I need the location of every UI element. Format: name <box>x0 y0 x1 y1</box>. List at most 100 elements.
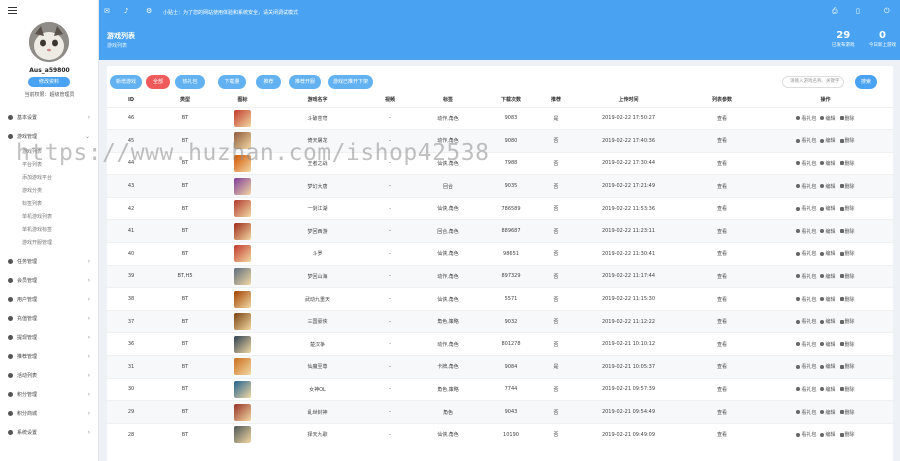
action-label: 删除 <box>844 432 855 439</box>
view-gift-button[interactable]: 看礼包 <box>796 206 816 212</box>
delete-button[interactable]: 删除 <box>839 297 855 303</box>
view-gift-button[interactable]: 看礼包 <box>796 138 816 144</box>
edit-button[interactable]: 编辑 <box>820 206 836 212</box>
game-thumbnail-icon <box>234 222 251 240</box>
filter-downloads-button[interactable]: 下载量 <box>218 75 246 89</box>
view-gift-button[interactable]: 看礼包 <box>796 410 816 416</box>
sidebar-item-withdraw[interactable]: 提现管理 › <box>8 332 94 342</box>
view-gift-button[interactable]: 看礼包 <box>796 116 816 122</box>
delete-button[interactable]: 删除 <box>839 229 855 235</box>
cell-params[interactable]: 查看 <box>686 106 758 130</box>
sub-item-tag-list[interactable]: 标签列表 <box>22 200 42 207</box>
edit-button[interactable]: 编辑 <box>820 297 836 303</box>
edit-button[interactable]: 编辑 <box>820 229 836 235</box>
sidebar-item-recharge[interactable]: 充值管理 › <box>8 313 94 323</box>
delete-button[interactable]: 删除 <box>839 410 855 416</box>
view-gift-button[interactable]: 看礼包 <box>796 274 816 280</box>
view-gift-button[interactable]: 看礼包 <box>796 229 816 235</box>
view-gift-button[interactable]: 看礼包 <box>796 297 816 303</box>
filter-recommend-button[interactable]: 推荐 <box>256 75 281 89</box>
filter-all-button[interactable]: 全部 <box>146 75 170 89</box>
system-icon <box>8 429 13 435</box>
cell-params[interactable]: 查看 <box>686 242 758 266</box>
cell-params[interactable]: 查看 <box>686 355 758 379</box>
sidebar-item-activities[interactable]: 活动列表 › <box>8 370 94 380</box>
cell-params[interactable]: 查看 <box>686 332 758 356</box>
cell-params[interactable]: 查看 <box>686 174 758 198</box>
edit-button[interactable]: 编辑 <box>820 319 836 325</box>
edit-button[interactable]: 编辑 <box>820 364 836 370</box>
cell-params[interactable]: 查看 <box>686 287 758 311</box>
sub-item-add-platform[interactable]: 添加游戏平台 <box>22 174 52 181</box>
cell-params[interactable]: 查看 <box>686 129 758 153</box>
sidebar-item-points[interactable]: 积分管理 › <box>8 389 94 399</box>
delete-button[interactable]: 删除 <box>839 116 855 122</box>
add-game-button[interactable]: 新增游戏 <box>110 75 142 89</box>
menu-toggle-icon[interactable] <box>8 7 17 14</box>
filter-hot-gift-button[interactable]: 热礼包 <box>175 75 205 89</box>
delete-button[interactable]: 删除 <box>839 364 855 370</box>
edit-button[interactable]: 编辑 <box>820 410 836 416</box>
edit-button[interactable]: 编辑 <box>820 251 836 257</box>
view-gift-button[interactable]: 看礼包 <box>796 432 816 438</box>
edit-button[interactable]: 编辑 <box>820 387 836 393</box>
sub-item-standalone-list[interactable]: 单机游戏列表 <box>22 213 52 220</box>
cell-params[interactable]: 查看 <box>686 377 758 401</box>
delete-button[interactable]: 删除 <box>839 161 855 167</box>
search-button[interactable]: 搜索 <box>855 75 877 89</box>
edit-button[interactable]: 编辑 <box>820 184 836 190</box>
sidebar-item-points-mall[interactable]: 积分商城 › <box>8 408 94 418</box>
delete-button[interactable]: 删除 <box>839 206 855 212</box>
sub-item-standalone-tags[interactable]: 单机游戏标签 <box>22 226 52 233</box>
cell-params[interactable]: 查看 <box>686 264 758 288</box>
search-input[interactable]: 请输入游戏名称、关键字 <box>782 76 844 88</box>
sidebar-item-users[interactable]: 用户管理 › <box>8 294 94 304</box>
edit-button[interactable]: 编辑 <box>820 274 836 280</box>
delete-button[interactable]: 删除 <box>839 184 855 190</box>
view-gift-button[interactable]: 看礼包 <box>796 251 816 257</box>
edit-profile-button[interactable]: 修改资料 <box>28 77 70 87</box>
cell-params[interactable]: 查看 <box>686 219 758 243</box>
edit-button[interactable]: 编辑 <box>820 342 836 348</box>
cell-downloads: 897329 <box>481 264 541 288</box>
cell-video: - <box>365 400 415 424</box>
sidebar-item-system[interactable]: 系统设置 › <box>8 427 94 437</box>
view-gift-button[interactable]: 看礼包 <box>796 319 816 325</box>
delete-button[interactable]: 删除 <box>839 432 855 439</box>
cell-params[interactable]: 查看 <box>686 151 758 175</box>
edit-button[interactable]: 编辑 <box>820 138 836 144</box>
sidebar-item-members[interactable]: 会员管理 › <box>8 275 94 285</box>
filter-offline-button[interactable]: 游戏已推开下架 <box>328 75 373 89</box>
view-gift-button[interactable]: 看礼包 <box>796 364 816 370</box>
view-gift-button[interactable]: 看礼包 <box>796 184 816 190</box>
sidebar-item-basic-settings[interactable]: 基本设置 › <box>8 112 94 122</box>
power-icon[interactable]: ⏻ <box>884 8 892 15</box>
cell-name: 梦回山海 <box>270 264 365 288</box>
sidebar-item-tasks[interactable]: 任务管理 › <box>8 256 94 266</box>
delete-button[interactable]: 删除 <box>839 251 855 257</box>
delete-button[interactable]: 删除 <box>839 342 855 348</box>
edit-button[interactable]: 编辑 <box>820 432 836 438</box>
sidebar-item-referral[interactable]: 推荐管理 › <box>8 351 94 361</box>
filter-server-button[interactable]: 推荐开服 <box>289 75 321 89</box>
cell-params[interactable]: 查看 <box>686 309 758 333</box>
delete-button[interactable]: 删除 <box>839 319 855 325</box>
bell-icon[interactable]: ♪ <box>124 8 132 15</box>
gear-icon[interactable]: ⚙ <box>146 8 154 15</box>
sub-item-game-category[interactable]: 游戏分类 <box>22 187 42 194</box>
cell-params[interactable]: 查看 <box>686 400 758 424</box>
delete-button[interactable]: 删除 <box>839 387 855 393</box>
view-gift-button[interactable]: 看礼包 <box>796 342 816 348</box>
view-gift-button[interactable]: 看礼包 <box>796 387 816 393</box>
view-gift-button[interactable]: 看礼包 <box>796 161 816 167</box>
edit-button[interactable]: 编辑 <box>820 161 836 167</box>
cell-params[interactable]: 查看 <box>686 196 758 220</box>
bookmark-icon[interactable]: ▯ <box>856 8 864 15</box>
cell-params[interactable]: 查看 <box>686 422 758 446</box>
sub-item-server-open[interactable]: 游戏开服管理 <box>22 239 52 246</box>
edit-button[interactable]: 编辑 <box>820 116 836 122</box>
mail-icon[interactable]: ✉ <box>104 8 112 15</box>
print-icon[interactable]: ⎙ <box>832 8 840 15</box>
delete-button[interactable]: 删除 <box>839 138 855 144</box>
delete-button[interactable]: 删除 <box>839 274 855 280</box>
